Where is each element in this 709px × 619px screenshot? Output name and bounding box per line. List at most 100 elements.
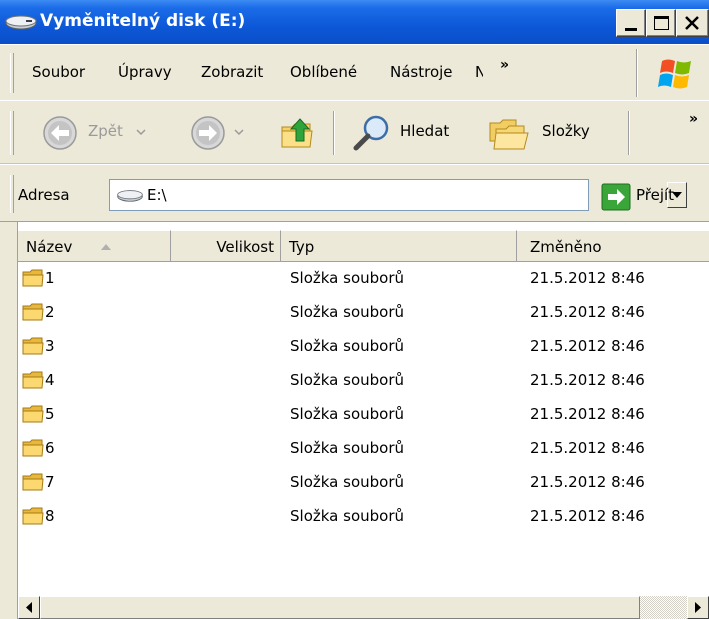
folder-icon xyxy=(22,439,44,457)
table-row[interactable]: 8 Složka souborů 21.5.2012 8:46 xyxy=(0,500,709,534)
column-header-name-label: Název xyxy=(26,238,73,256)
toolbar-separator-2 xyxy=(628,111,630,155)
column-header-modified[interactable]: Změněno xyxy=(517,230,709,262)
go-button-label[interactable]: Přejít xyxy=(636,186,674,204)
back-button-label[interactable]: Zpět xyxy=(88,122,123,140)
row-modified: 21.5.2012 8:46 xyxy=(530,371,645,389)
column-header-type-label: Typ xyxy=(289,238,315,256)
address-label: Adresa xyxy=(18,186,70,204)
folders-button-label[interactable]: Složky xyxy=(542,122,590,140)
column-header-size-label: Velikost xyxy=(216,238,274,256)
file-list[interactable]: Název Velikost Typ Změněno 1 Složka soubo… xyxy=(0,222,709,619)
row-name[interactable]: 4 xyxy=(45,371,55,389)
window-title: Vyměnitelný disk (E:) xyxy=(40,11,246,31)
address-bar: Adresa E:\ Přejít xyxy=(0,164,709,222)
maximize-icon xyxy=(654,16,669,30)
row-name[interactable]: 2 xyxy=(45,303,55,321)
windows-logo-icon xyxy=(658,59,691,89)
row-type: Složka souborů xyxy=(290,371,404,389)
search-icon[interactable] xyxy=(350,113,394,153)
search-button-label[interactable]: Hledat xyxy=(400,122,449,140)
column-header-name[interactable]: Název xyxy=(18,230,171,262)
row-type: Složka souborů xyxy=(290,337,404,355)
row-type: Složka souborů xyxy=(290,507,404,525)
row-modified: 21.5.2012 8:46 xyxy=(530,303,645,321)
row-name[interactable]: 5 xyxy=(45,405,55,423)
menu-separator xyxy=(636,49,638,97)
column-header-size[interactable]: Velikost xyxy=(171,230,281,262)
removable-drive-icon xyxy=(5,15,37,30)
close-icon xyxy=(685,16,699,30)
folder-icon xyxy=(22,269,44,287)
row-name[interactable]: 8 xyxy=(45,507,55,525)
forward-arrow-icon[interactable] xyxy=(190,115,226,151)
address-drive-icon xyxy=(117,190,143,202)
table-row[interactable]: 7 Složka souborů 21.5.2012 8:46 xyxy=(0,466,709,500)
up-folder-icon[interactable] xyxy=(278,113,318,153)
arrow-left-icon xyxy=(26,602,32,613)
row-name[interactable]: 6 xyxy=(45,439,55,457)
row-name[interactable]: 7 xyxy=(45,473,55,491)
toolbar-overflow-chevron[interactable]: » xyxy=(689,111,698,127)
menu-grip[interactable] xyxy=(10,53,14,93)
menu-zobrazit[interactable]: Zobrazit xyxy=(201,63,263,81)
row-type: Složka souborů xyxy=(290,303,404,321)
table-row[interactable]: 6 Složka souborů 21.5.2012 8:46 xyxy=(0,432,709,466)
back-dropdown-arrow-icon[interactable] xyxy=(136,128,146,136)
row-type: Složka souborů xyxy=(290,269,404,287)
title-bar[interactable]: Vyměnitelný disk (E:) xyxy=(0,0,709,44)
table-row[interactable]: 4 Složka souborů 21.5.2012 8:46 xyxy=(0,364,709,398)
address-input[interactable]: E:\ xyxy=(109,179,687,211)
row-name[interactable]: 1 xyxy=(45,269,55,287)
standard-toolbar: Zpět Hledat Složky » xyxy=(0,100,709,164)
scrollbar-thumb[interactable] xyxy=(40,596,640,619)
table-row[interactable]: 3 Složka souborů 21.5.2012 8:46 xyxy=(0,330,709,364)
go-arrow-icon[interactable] xyxy=(601,183,631,211)
row-name[interactable]: 3 xyxy=(45,337,55,355)
folder-icon xyxy=(22,337,44,355)
row-modified: 21.5.2012 8:46 xyxy=(530,507,645,525)
row-modified: 21.5.2012 8:46 xyxy=(530,269,645,287)
menu-bar: Soubor Úpravy Zobrazit Oblíbené Nástroje… xyxy=(0,44,709,100)
folder-icon xyxy=(22,507,44,525)
scrollbar-track[interactable] xyxy=(640,596,687,619)
row-type: Složka souborů xyxy=(290,439,404,457)
toolbar-grip[interactable] xyxy=(10,111,14,155)
table-row[interactable]: 2 Složka souborů 21.5.2012 8:46 xyxy=(0,296,709,330)
folder-icon xyxy=(22,405,44,423)
row-type: Složka souborů xyxy=(290,405,404,423)
row-modified: 21.5.2012 8:46 xyxy=(530,439,645,457)
scroll-right-button[interactable] xyxy=(687,596,709,619)
scroll-left-button[interactable] xyxy=(18,596,40,619)
minimize-button[interactable] xyxy=(616,9,646,37)
column-header-modified-label: Změněno xyxy=(530,238,602,256)
menu-upravy[interactable]: Úpravy xyxy=(118,63,172,81)
menu-soubor[interactable]: Soubor xyxy=(32,63,85,81)
row-type: Složka souborů xyxy=(290,473,404,491)
menu-napoveda-truncated[interactable]: N xyxy=(475,63,483,81)
minimize-icon xyxy=(625,28,637,31)
maximize-button[interactable] xyxy=(646,9,676,37)
folders-icon[interactable] xyxy=(486,115,534,153)
table-row[interactable]: 5 Složka souborů 21.5.2012 8:46 xyxy=(0,398,709,432)
address-value[interactable]: E:\ xyxy=(147,186,167,204)
close-button[interactable] xyxy=(676,9,709,37)
back-arrow-icon[interactable] xyxy=(42,115,78,151)
menu-overflow-chevron[interactable]: » xyxy=(500,57,509,73)
table-row[interactable]: 1 Složka souborů 21.5.2012 8:46 xyxy=(0,262,709,296)
row-modified: 21.5.2012 8:46 xyxy=(530,337,645,355)
toolbar-separator-1 xyxy=(333,111,335,155)
folder-icon xyxy=(22,371,44,389)
row-modified: 21.5.2012 8:46 xyxy=(530,473,645,491)
arrow-right-icon xyxy=(695,602,701,613)
folder-icon xyxy=(22,303,44,321)
address-grip[interactable] xyxy=(10,175,14,213)
forward-dropdown-arrow-icon[interactable] xyxy=(234,128,244,136)
menu-oblibene[interactable]: Oblíbené xyxy=(290,63,357,81)
horizontal-scrollbar[interactable] xyxy=(18,596,709,619)
row-modified: 21.5.2012 8:46 xyxy=(530,405,645,423)
left-frame-edge xyxy=(0,222,18,619)
column-header-type[interactable]: Typ xyxy=(281,230,517,262)
menu-nastroje[interactable]: Nástroje xyxy=(390,63,453,81)
folder-icon xyxy=(22,473,44,491)
